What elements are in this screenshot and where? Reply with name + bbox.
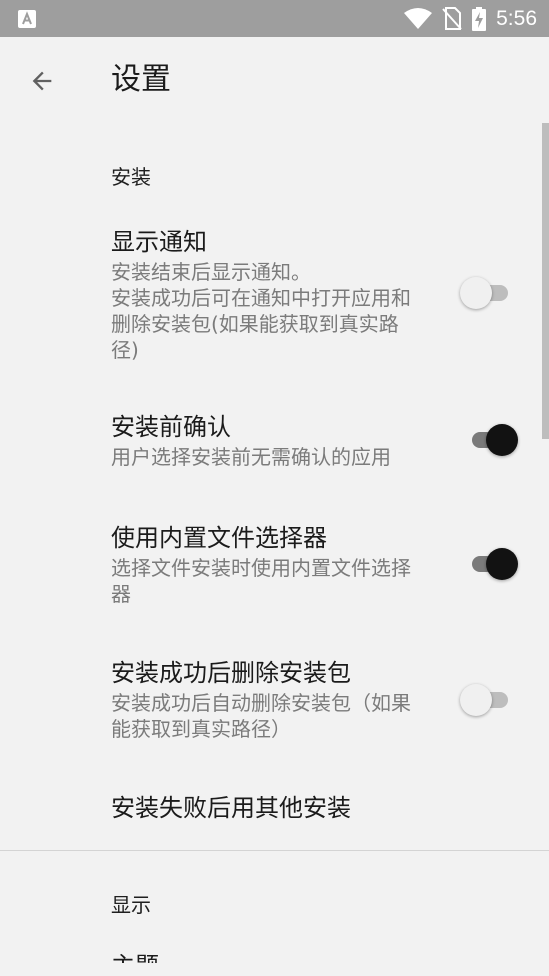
page-title: 设置	[111, 62, 171, 97]
battery-charging-icon	[472, 6, 487, 31]
show-notification-switch[interactable]	[460, 277, 518, 309]
switch-thumb	[460, 684, 492, 716]
section-divider	[0, 850, 549, 851]
confirm-before-install-switch[interactable]	[470, 424, 518, 456]
switch-thumb	[486, 548, 518, 580]
pref-title: 显示通知	[111, 228, 207, 256]
pref-builtin-file-picker[interactable]: 使用内置文件选择器 选择文件安装时使用内置文件选择器	[0, 519, 549, 609]
pref-confirm-before-install[interactable]: 安装前确认 用户选择安装前无需确认的应用	[0, 408, 549, 478]
wifi-icon	[404, 7, 433, 30]
pref-title: 安装前确认	[111, 413, 231, 441]
back-button[interactable]	[20, 59, 64, 103]
app-notification-icon	[18, 10, 36, 28]
app-bar: 设置	[0, 37, 549, 123]
arrow-back-icon	[32, 71, 52, 91]
pref-summary: 安装成功后自动删除安装包（如果能获取到真实路径）	[111, 691, 411, 741]
settings-list[interactable]: 安装 显示通知 安装结束后显示通知。 安装成功后可在通知中打开应用和删除安装包(…	[0, 123, 549, 976]
pref-fallback-installer[interactable]: 安装失败后用其他安装	[0, 789, 549, 839]
pref-title: 安装失败后用其他安装	[111, 794, 351, 822]
pref-summary: 安装结束后显示通知。 安装成功后可在通知中打开应用和删除安装包(如果能获取到真实…	[111, 260, 411, 362]
pref-summary: 选择文件安装时使用内置文件选择器	[111, 556, 411, 606]
pref-delete-package-after-install[interactable]: 安装成功后删除安装包 安装成功后自动删除安装包（如果能获取到真实路径）	[0, 654, 549, 744]
clock: 5:56	[496, 6, 537, 30]
switch-thumb	[460, 277, 492, 309]
pref-theme[interactable]: 主题	[111, 951, 159, 963]
section-header-install: 安装	[111, 165, 151, 189]
pref-title: 使用内置文件选择器	[111, 524, 327, 552]
pref-show-notification[interactable]: 显示通知 安装结束后显示通知。 安装成功后可在通知中打开应用和删除安装包(如果能…	[0, 223, 549, 373]
section-header-display: 显示	[111, 893, 151, 917]
pref-summary: 用户选择安装前无需确认的应用	[111, 445, 391, 469]
delete-package-switch[interactable]	[460, 684, 518, 716]
no-sim-icon	[442, 6, 462, 31]
builtin-file-picker-switch[interactable]	[470, 548, 518, 580]
switch-thumb	[486, 424, 518, 456]
pref-title: 安装成功后删除安装包	[111, 659, 351, 687]
status-bar: 5:56	[0, 0, 549, 37]
